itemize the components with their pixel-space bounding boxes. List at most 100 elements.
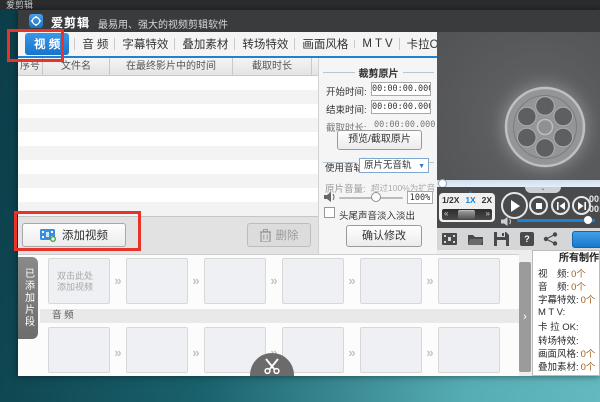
summary-row-audio: 音 频: 0个 xyxy=(538,282,586,293)
tab-video[interactable]: 视 频 xyxy=(25,33,70,55)
speed-marker-icon: ▴ xyxy=(469,189,472,195)
clip-duration-value: 00:00:00.000 xyxy=(374,120,436,130)
column-filename: 文件名 xyxy=(43,58,110,75)
tab-overlay-material[interactable]: 叠加素材 xyxy=(174,33,234,55)
action-button-bar: 添加视频 删除 xyxy=(18,216,318,254)
jog-left-icon: « xyxy=(444,209,449,218)
audio-track-value: 原片无音轨 xyxy=(364,160,412,171)
volume-percent-input[interactable] xyxy=(407,191,433,204)
file-list-empty-rows xyxy=(18,76,318,216)
app-window: 爱剪辑 最易用、强大的视频剪辑软件 视 频 音 频 字幕特效 叠加素材 转场特效… xyxy=(18,10,600,376)
audio-clip-slot[interactable] xyxy=(360,327,422,373)
caret-down-icon: ▼ xyxy=(418,163,425,170)
chevron-icon: » xyxy=(270,273,278,288)
open-folder-icon[interactable] xyxy=(468,232,483,246)
play-icon xyxy=(510,199,520,212)
volume-speaker-icon xyxy=(501,217,511,226)
settings-panel: 裁剪原片 开始时间: 结束时间: 截取时长: 00:00:00.000 预览/截… xyxy=(318,58,437,254)
save-icon[interactable] xyxy=(494,232,509,246)
added-clips-side-tab[interactable]: 已添加片段 xyxy=(18,257,38,339)
column-index: 序号 xyxy=(18,58,43,75)
preview-capture-button[interactable]: 预览/截取原片 xyxy=(337,130,422,150)
speed-2x-button[interactable]: 2X xyxy=(482,195,492,205)
start-time-input[interactable] xyxy=(371,82,431,96)
video-preview xyxy=(437,32,600,180)
column-final-time: 在最终影片中的时间 xyxy=(110,58,233,75)
expander-arrow-icon: › xyxy=(523,311,527,323)
time-total: 00:00:00 xyxy=(589,204,600,214)
speed-1x-button[interactable]: ▴ 1X xyxy=(465,189,475,205)
tab-picture-style[interactable]: 画面风格 xyxy=(294,33,354,55)
video-clip-slot[interactable] xyxy=(126,258,188,304)
add-video-button[interactable]: 添加视频 xyxy=(22,223,126,247)
summary-row-karaoke: 卡 拉 OK: xyxy=(538,322,579,333)
delete-button[interactable]: 删除 xyxy=(247,223,311,247)
time-display: 00:00:00 00:00:00 xyxy=(589,194,600,214)
jog-shuttle[interactable]: « » xyxy=(442,209,492,220)
video-clip-slot[interactable]: 双击此处 添加视频 xyxy=(48,258,110,304)
video-clip-slot[interactable] xyxy=(282,258,344,304)
delete-label: 删除 xyxy=(275,230,299,242)
tab-transition-effects[interactable]: 转场特效 xyxy=(234,33,294,55)
speed-control: 1/2X ▴ 1X 2X « » xyxy=(439,189,495,222)
video-clip-slot[interactable] xyxy=(204,258,266,304)
playback-controls: ⌄ 1/2X ▴ 1X 2X « » 00 00 xyxy=(437,186,600,228)
prev-frame-button[interactable] xyxy=(551,196,570,215)
preview-volume-handle[interactable] xyxy=(584,216,592,224)
trash-icon xyxy=(259,228,271,242)
tab-mtv[interactable]: M T V xyxy=(354,35,398,53)
time-current: 00:00:00 xyxy=(589,194,600,204)
volume-slider-handle[interactable] xyxy=(371,192,381,202)
crop-section-header: 裁剪原片 xyxy=(323,65,434,80)
play-button[interactable] xyxy=(501,192,528,219)
chevron-icon: » xyxy=(114,273,122,288)
end-time-input[interactable] xyxy=(371,100,431,114)
summary-row-style: 画面风格: 0个 xyxy=(538,349,596,360)
audio-clip-slot[interactable] xyxy=(438,327,500,373)
film-add-icon xyxy=(40,228,56,242)
speaker-icon xyxy=(324,192,335,202)
chevron-icon: » xyxy=(426,345,434,360)
summary-row-transition: 转场特效: xyxy=(538,335,579,347)
chevron-icon: » xyxy=(348,273,356,288)
chevron-icon: » xyxy=(426,273,434,288)
export-button[interactable] xyxy=(572,231,600,248)
add-video-label: 添加视频 xyxy=(62,230,108,242)
video-clip-slot[interactable] xyxy=(360,258,422,304)
tab-subtitle-effects[interactable]: 字幕特效 xyxy=(114,33,174,55)
help-icon[interactable]: ? xyxy=(520,232,534,246)
video-clip-slot[interactable] xyxy=(438,258,500,304)
confirm-changes-button[interactable]: 确认修改 xyxy=(346,225,422,247)
collapse-icon: ⌄ xyxy=(540,186,546,192)
add-video-hint: 双击此处 添加视频 xyxy=(57,271,94,292)
summary-row-video: 视 频: 0个 xyxy=(538,268,586,280)
audio-track-select[interactable]: 原片无音轨 ▼ xyxy=(359,158,429,173)
chevron-icon: » xyxy=(192,345,200,360)
chevron-icon: » xyxy=(348,345,356,360)
chevron-icon: » xyxy=(192,273,200,288)
tab-audio[interactable]: 音 频 xyxy=(74,33,114,55)
jog-thumb[interactable] xyxy=(458,210,475,219)
file-list-header: 序号 文件名 在最终影片中的时间 截取时长 xyxy=(18,58,318,76)
start-time-label: 开始时间: xyxy=(326,87,367,98)
app-logo-icon xyxy=(29,14,43,28)
audio-clip-slot[interactable] xyxy=(126,327,188,373)
audio-row-label: 音 频 xyxy=(40,309,519,323)
collapse-notch[interactable]: ⌄ xyxy=(525,186,561,193)
timeline-section: 已添加片段 双击此处 添加视频 » » » » » 音 频 » » » » xyxy=(18,254,519,376)
summary-panel: 所有制作 视 频: 0个 音 频: 0个 字幕特效: 0个 M T V: 卡 拉 OK… xyxy=(532,250,600,376)
speed-half-button[interactable]: 1/2X xyxy=(442,195,460,205)
export-video-icon[interactable] xyxy=(442,232,457,246)
panel-expander[interactable]: › xyxy=(519,262,531,372)
summary-row-overlay: 叠加素材: 0个 xyxy=(538,362,596,374)
summary-title: 所有制作 xyxy=(559,253,599,264)
seek-bar[interactable] xyxy=(437,179,600,188)
title-bar: 爱剪辑 最易用、强大的视频剪辑软件 xyxy=(18,10,600,32)
audio-clip-slot[interactable] xyxy=(48,327,110,373)
stop-button[interactable] xyxy=(529,196,548,215)
share-icon[interactable] xyxy=(543,232,558,246)
fade-checkbox[interactable] xyxy=(324,207,335,218)
screen: 爱剪辑 爱剪辑 最易用、强大的视频剪辑软件 视 频 音 频 字幕特效 叠加素材 … xyxy=(0,0,600,402)
jog-right-icon: » xyxy=(485,209,490,218)
chevron-icon: » xyxy=(114,345,122,360)
